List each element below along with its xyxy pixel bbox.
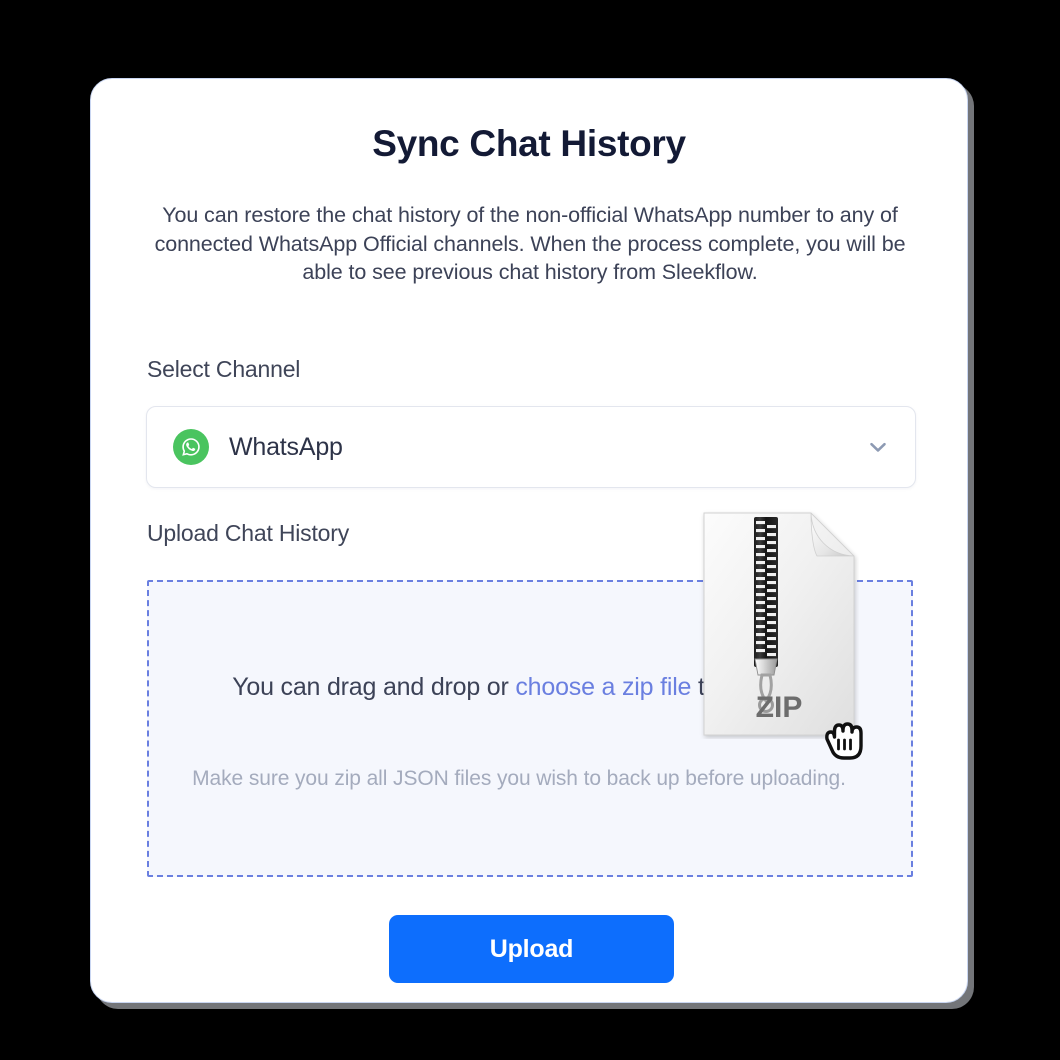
chevron-down-icon[interactable] [863,432,893,462]
choose-zip-file-link[interactable]: choose a zip file [515,673,691,701]
channel-select-value: WhatsApp [229,432,343,461]
select-channel-label: Select Channel [147,356,301,382]
whatsapp-icon [173,429,209,465]
dropzone-instruction: You can drag and drop or choose a zip fi… [149,670,889,704]
page-title: Sync Chat History [372,123,686,164]
dropzone-text-after: to upload. [691,673,806,701]
dropzone-hint: Make sure you zip all JSON files you wis… [192,767,846,790]
upload-chat-history-label: Upload Chat History [147,520,350,546]
channel-select[interactable]: WhatsApp [146,406,916,488]
page-description: You can restore the chat history of the … [154,203,906,284]
dropzone-text-before: You can drag and drop or [232,673,516,701]
sync-chat-history-card: Sync Chat History You can restore the ch… [90,78,968,1003]
screen-root: Sync Chat History You can restore the ch… [0,0,1060,1060]
upload-button[interactable]: Upload [389,915,674,983]
file-dropzone[interactable]: You can drag and drop or choose a zip fi… [147,580,913,877]
